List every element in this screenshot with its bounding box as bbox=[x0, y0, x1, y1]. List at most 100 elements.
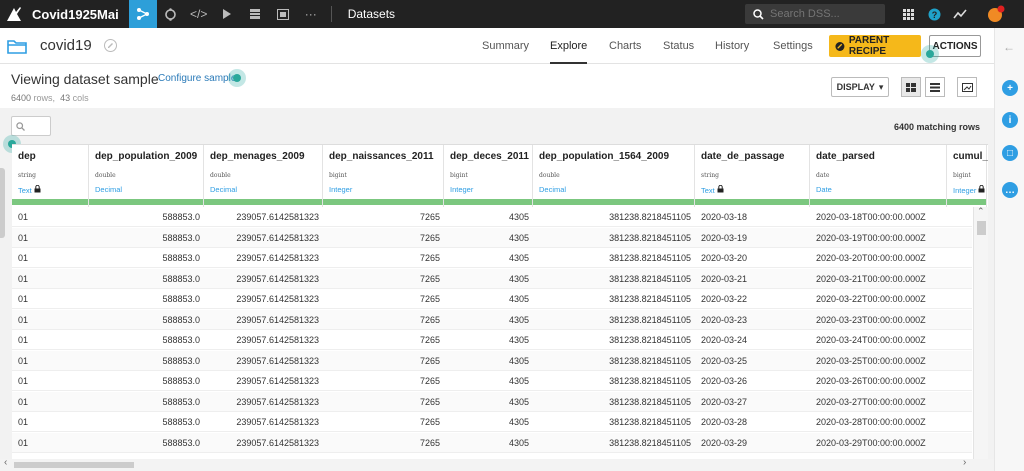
table-cell[interactable]: 7265 bbox=[323, 371, 444, 391]
table-cell[interactable]: 01 bbox=[12, 207, 89, 227]
tutorial-hotspot[interactable] bbox=[921, 45, 939, 63]
collapse-arrow-icon[interactable]: ← bbox=[1003, 40, 1015, 54]
table-row[interactable]: 01588853.0239057.61425813237265430538123… bbox=[12, 268, 972, 289]
table-cell[interactable]: 01 bbox=[12, 310, 89, 330]
help-icon[interactable]: ? bbox=[922, 0, 946, 28]
table-cell[interactable]: 588853.0 bbox=[89, 433, 204, 453]
table-cell[interactable]: 4305 bbox=[444, 248, 533, 268]
table-cell[interactable]: 588853.0 bbox=[89, 392, 204, 412]
table-cell[interactable]: 01 bbox=[12, 371, 89, 391]
table-cell[interactable]: 239057.6142581323 bbox=[204, 207, 323, 227]
logo-icon[interactable] bbox=[0, 0, 28, 28]
table-cell[interactable]: 588853.0 bbox=[89, 330, 204, 350]
table-cell[interactable]: 7265 bbox=[323, 330, 444, 350]
column-header-date-de-passage[interactable]: date_de_passage string Text bbox=[695, 145, 810, 207]
table-row[interactable]: 01588853.0239057.61425813237265430538123… bbox=[12, 289, 972, 309]
table-cell[interactable]: 381238.8218451105 bbox=[533, 412, 695, 432]
column-meaning[interactable]: Integer bbox=[953, 184, 985, 195]
table-cell[interactable]: 4305 bbox=[444, 433, 533, 453]
code-icon[interactable]: </> bbox=[185, 0, 213, 28]
column-header-dep-population-1564-2009[interactable]: dep_population_1564_2009 double Decimal bbox=[533, 145, 695, 207]
table-cell[interactable]: 7265 bbox=[323, 310, 444, 330]
horizontal-scrollbar[interactable]: ‹ › bbox=[0, 457, 994, 471]
scroll-up-icon[interactable]: ⌃ bbox=[977, 206, 985, 217]
column-meaning[interactable]: Integer bbox=[329, 185, 352, 194]
table-cell[interactable]: 01 bbox=[12, 412, 89, 432]
table-cell[interactable]: 239057.6142581323 bbox=[204, 351, 323, 371]
tab-summary[interactable]: Summary bbox=[482, 28, 529, 64]
table-cell[interactable]: 4305 bbox=[444, 207, 533, 227]
table-cell[interactable]: 588853.0 bbox=[89, 289, 204, 309]
table-cell[interactable]: 2020-03-28 bbox=[695, 412, 810, 432]
column-header-dep-deces-2011[interactable]: dep_deces_2011 bigint Integer bbox=[444, 145, 533, 207]
table-cell[interactable]: 239057.6142581323 bbox=[204, 392, 323, 412]
column-meaning[interactable]: Text bbox=[18, 184, 41, 195]
table-cell[interactable]: 588853.0 bbox=[89, 371, 204, 391]
tab-settings[interactable]: Settings bbox=[773, 28, 813, 64]
table-cell[interactable]: 4305 bbox=[444, 392, 533, 412]
table-cell[interactable]: 01 bbox=[12, 351, 89, 371]
recipe-icon[interactable] bbox=[157, 0, 185, 28]
table-row[interactable]: 01588853.0239057.61425813237265430538123… bbox=[12, 309, 972, 330]
dashboard-icon[interactable] bbox=[241, 0, 269, 28]
table-cell[interactable]: 239057.6142581323 bbox=[204, 371, 323, 391]
table-cell[interactable]: 4305 bbox=[444, 310, 533, 330]
table-cell[interactable]: 381238.8218451105 bbox=[533, 371, 695, 391]
tab-status[interactable]: Status bbox=[663, 28, 694, 64]
table-cell[interactable]: 2020-03-19 bbox=[695, 228, 810, 248]
table-cell[interactable]: 588853.0 bbox=[89, 228, 204, 248]
chat-icon[interactable]: … bbox=[1002, 182, 1018, 198]
table-cell[interactable]: 239057.6142581323 bbox=[204, 412, 323, 432]
table-cell[interactable]: 2020-03-22T00:00:00.000Z bbox=[810, 289, 947, 309]
table-cell[interactable]: 381238.8218451105 bbox=[533, 392, 695, 412]
column-meaning[interactable]: Date bbox=[816, 185, 832, 194]
tab-charts[interactable]: Charts bbox=[609, 28, 641, 64]
table-cell[interactable]: 2020-03-25T00:00:00.000Z bbox=[810, 351, 947, 371]
table-cell[interactable]: 4305 bbox=[444, 371, 533, 391]
tab-history[interactable]: History bbox=[715, 28, 749, 64]
table-cell[interactable]: 2020-03-26 bbox=[695, 371, 810, 391]
table-cell[interactable]: 4305 bbox=[444, 289, 533, 309]
column-header-dep-naissances-2011[interactable]: dep_naissances_2011 bigint Integer bbox=[323, 145, 444, 207]
scroll-thumb[interactable] bbox=[14, 462, 134, 468]
table-cell[interactable]: 01 bbox=[12, 392, 89, 412]
info-icon[interactable]: i bbox=[1002, 112, 1018, 128]
table-cell[interactable]: 7265 bbox=[323, 433, 444, 453]
table-cell[interactable]: 2020-03-18T00:00:00.000Z bbox=[810, 207, 947, 227]
column-meaning[interactable]: Text bbox=[701, 184, 724, 195]
table-cell[interactable]: 381238.8218451105 bbox=[533, 228, 695, 248]
table-row[interactable]: 01588853.0239057.61425813237265430538123… bbox=[12, 350, 972, 371]
table-cell[interactable]: 7265 bbox=[323, 269, 444, 289]
table-cell[interactable]: 381238.8218451105 bbox=[533, 310, 695, 330]
table-cell[interactable]: 588853.0 bbox=[89, 269, 204, 289]
column-header-cumul-l[interactable]: cumul_l bigint Integer bbox=[947, 145, 988, 207]
table-cell[interactable]: 588853.0 bbox=[89, 207, 204, 227]
table-cell[interactable]: 2020-03-24T00:00:00.000Z bbox=[810, 330, 947, 350]
configure-sample-link[interactable]: Configure sample bbox=[158, 73, 236, 84]
table-cell[interactable]: 7265 bbox=[323, 289, 444, 309]
search-input[interactable] bbox=[770, 8, 880, 20]
more-icon[interactable]: ··· bbox=[297, 0, 325, 28]
table-cell[interactable]: 239057.6142581323 bbox=[204, 433, 323, 453]
table-cell[interactable]: 2020-03-18 bbox=[695, 207, 810, 227]
table-cell[interactable]: 7265 bbox=[323, 207, 444, 227]
column-header-dep[interactable]: dep string Text bbox=[12, 145, 89, 207]
table-cell[interactable]: 01 bbox=[12, 289, 89, 309]
table-cell[interactable]: 2020-03-19T00:00:00.000Z bbox=[810, 228, 947, 248]
display-dropdown[interactable]: DISPLAY ▾ bbox=[831, 77, 889, 97]
table-cell[interactable]: 2020-03-23 bbox=[695, 310, 810, 330]
table-cell[interactable]: 4305 bbox=[444, 228, 533, 248]
column-header-dep-menages-2009[interactable]: dep_menages_2009 double Decimal bbox=[204, 145, 323, 207]
table-cell[interactable]: 588853.0 bbox=[89, 248, 204, 268]
table-cell[interactable]: 588853.0 bbox=[89, 412, 204, 432]
table-cell[interactable]: 7265 bbox=[323, 248, 444, 268]
table-cell[interactable]: 239057.6142581323 bbox=[204, 289, 323, 309]
table-cell[interactable]: 2020-03-22 bbox=[695, 289, 810, 309]
table-cell[interactable]: 239057.6142581323 bbox=[204, 330, 323, 350]
avatar-icon[interactable] bbox=[984, 0, 1008, 28]
table-cell[interactable]: 2020-03-20T00:00:00.000Z bbox=[810, 248, 947, 268]
image-view-icon[interactable] bbox=[957, 77, 977, 97]
tutorial-hotspot[interactable] bbox=[228, 69, 246, 87]
tab-explore[interactable]: Explore bbox=[550, 28, 588, 64]
table-row[interactable]: 01588853.0239057.61425813237265430538123… bbox=[12, 330, 972, 350]
